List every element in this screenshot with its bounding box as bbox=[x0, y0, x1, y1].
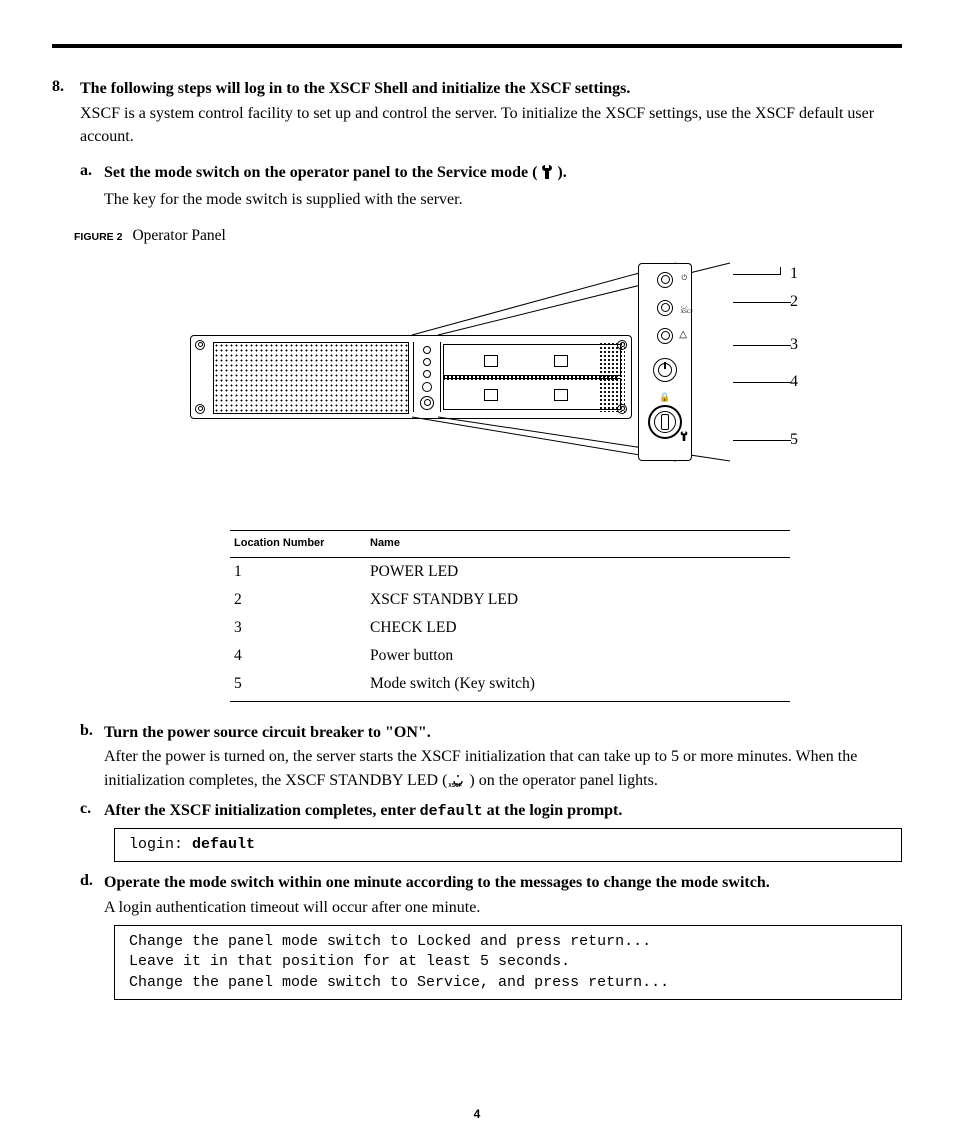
operator-panel: ⏻ ◡ XSCF △ 🔒 bbox=[638, 263, 692, 461]
substep-body: After the power is turned on, the server… bbox=[104, 745, 902, 793]
wrench-icon bbox=[680, 428, 688, 446]
legend-table: Location Number Name 1 POWER LED 2 XSCF … bbox=[230, 530, 790, 702]
xscf-label: XSCF bbox=[680, 310, 693, 315]
figure-caption: FIGURE 2 Operator Panel bbox=[74, 227, 902, 245]
alert-triangle-icon: △ bbox=[679, 329, 687, 340]
substep-title: Operate the mode switch within one minut… bbox=[104, 872, 902, 894]
code-block-mode-switch: Change the panel mode switch to Locked a… bbox=[114, 925, 902, 1000]
led-icon bbox=[657, 272, 673, 288]
power-led: ⏻ bbox=[639, 272, 691, 300]
callout-leader bbox=[733, 274, 781, 275]
server-front bbox=[190, 335, 632, 419]
step-8a: a. Set the mode switch on the operator p… bbox=[80, 162, 902, 211]
substep-title: Turn the power source circuit breaker to… bbox=[104, 722, 902, 744]
step-8c: c. After the XSCF initialization complet… bbox=[80, 800, 902, 863]
callout-number: 5 bbox=[790, 431, 798, 449]
drive-handle bbox=[554, 355, 568, 367]
step-title: The following steps will log in to the X… bbox=[80, 78, 902, 100]
callout-leader bbox=[733, 345, 791, 346]
led-icon bbox=[657, 328, 673, 344]
code-block-login: login: default bbox=[114, 828, 902, 862]
callout-leader bbox=[733, 440, 791, 441]
standby-symbol-icon: XSCF bbox=[451, 771, 465, 794]
substep-letter: d. bbox=[80, 872, 93, 890]
led-dot bbox=[422, 382, 432, 392]
substep-title: Set the mode switch on the operator pane… bbox=[104, 162, 902, 186]
standby-symbol-icon: ◡ bbox=[681, 302, 687, 310]
led-dot bbox=[423, 346, 431, 354]
callout-leader bbox=[733, 302, 791, 303]
substep-body: A login authentication timeout will occu… bbox=[104, 896, 902, 919]
step-8d: d. Operate the mode switch within one mi… bbox=[80, 872, 902, 1000]
substep-body: The key for the mode switch is supplied … bbox=[104, 188, 902, 211]
power-symbol-icon: ⏻ bbox=[681, 274, 687, 283]
page-number: 4 bbox=[0, 1107, 954, 1121]
vent-grille bbox=[213, 342, 409, 414]
step-8b: b. Turn the power source circuit breaker… bbox=[80, 722, 902, 794]
substep-letter: a. bbox=[80, 162, 92, 180]
callout-number: 3 bbox=[790, 336, 798, 354]
step-body: XSCF is a system control facility to set… bbox=[80, 102, 902, 148]
screw-icon bbox=[195, 404, 205, 414]
xscf-standby-led: ◡ XSCF bbox=[639, 300, 691, 328]
figure-label: FIGURE 2 bbox=[74, 231, 122, 243]
substep-title: After the XSCF initialization completes,… bbox=[104, 800, 902, 822]
led-dot bbox=[423, 370, 431, 378]
xscf-label: XSCF bbox=[448, 783, 461, 790]
led-dot bbox=[423, 358, 431, 366]
lock-icon: 🔒 bbox=[659, 392, 670, 403]
vent-panel bbox=[599, 342, 625, 412]
callout-number: 1 bbox=[790, 265, 798, 283]
step-8: 8. The following steps will log in to th… bbox=[52, 78, 902, 1000]
power-button bbox=[653, 358, 677, 382]
control-column bbox=[413, 342, 441, 412]
callout-number: 4 bbox=[790, 373, 798, 391]
front-button bbox=[420, 396, 434, 410]
screw-icon bbox=[195, 340, 205, 350]
callout-leader bbox=[780, 267, 782, 275]
table-row: 1 POWER LED bbox=[230, 557, 790, 586]
table-row: 2 XSCF STANDBY LED bbox=[230, 586, 790, 614]
check-led: △ bbox=[639, 328, 691, 356]
table-row: 4 Power button bbox=[230, 642, 790, 670]
callout-leader bbox=[733, 382, 791, 383]
drive-bay bbox=[443, 378, 621, 410]
substep-letter: c. bbox=[80, 800, 91, 818]
legend-header-name: Name bbox=[366, 530, 790, 557]
mode-key-switch bbox=[648, 405, 682, 439]
wrench-icon bbox=[541, 164, 553, 186]
drive-handle bbox=[554, 389, 568, 401]
figure-caption-text: Operator Panel bbox=[132, 227, 225, 245]
step-number: 8. bbox=[52, 78, 64, 96]
page: 8. The following steps will log in to th… bbox=[0, 0, 954, 1145]
page-rule bbox=[52, 44, 902, 48]
legend-header-location: Location Number bbox=[230, 530, 366, 557]
table-row: 3 CHECK LED bbox=[230, 614, 790, 642]
substep-letter: b. bbox=[80, 722, 93, 740]
drive-handle bbox=[484, 355, 498, 367]
callout-number: 2 bbox=[790, 293, 798, 311]
drive-handle bbox=[484, 389, 498, 401]
led-icon bbox=[657, 300, 673, 316]
figure-operator-panel: ⏻ ◡ XSCF △ 🔒 bbox=[80, 255, 902, 510]
table-row: 5 Mode switch (Key switch) bbox=[230, 670, 790, 702]
drive-bay bbox=[443, 344, 621, 376]
